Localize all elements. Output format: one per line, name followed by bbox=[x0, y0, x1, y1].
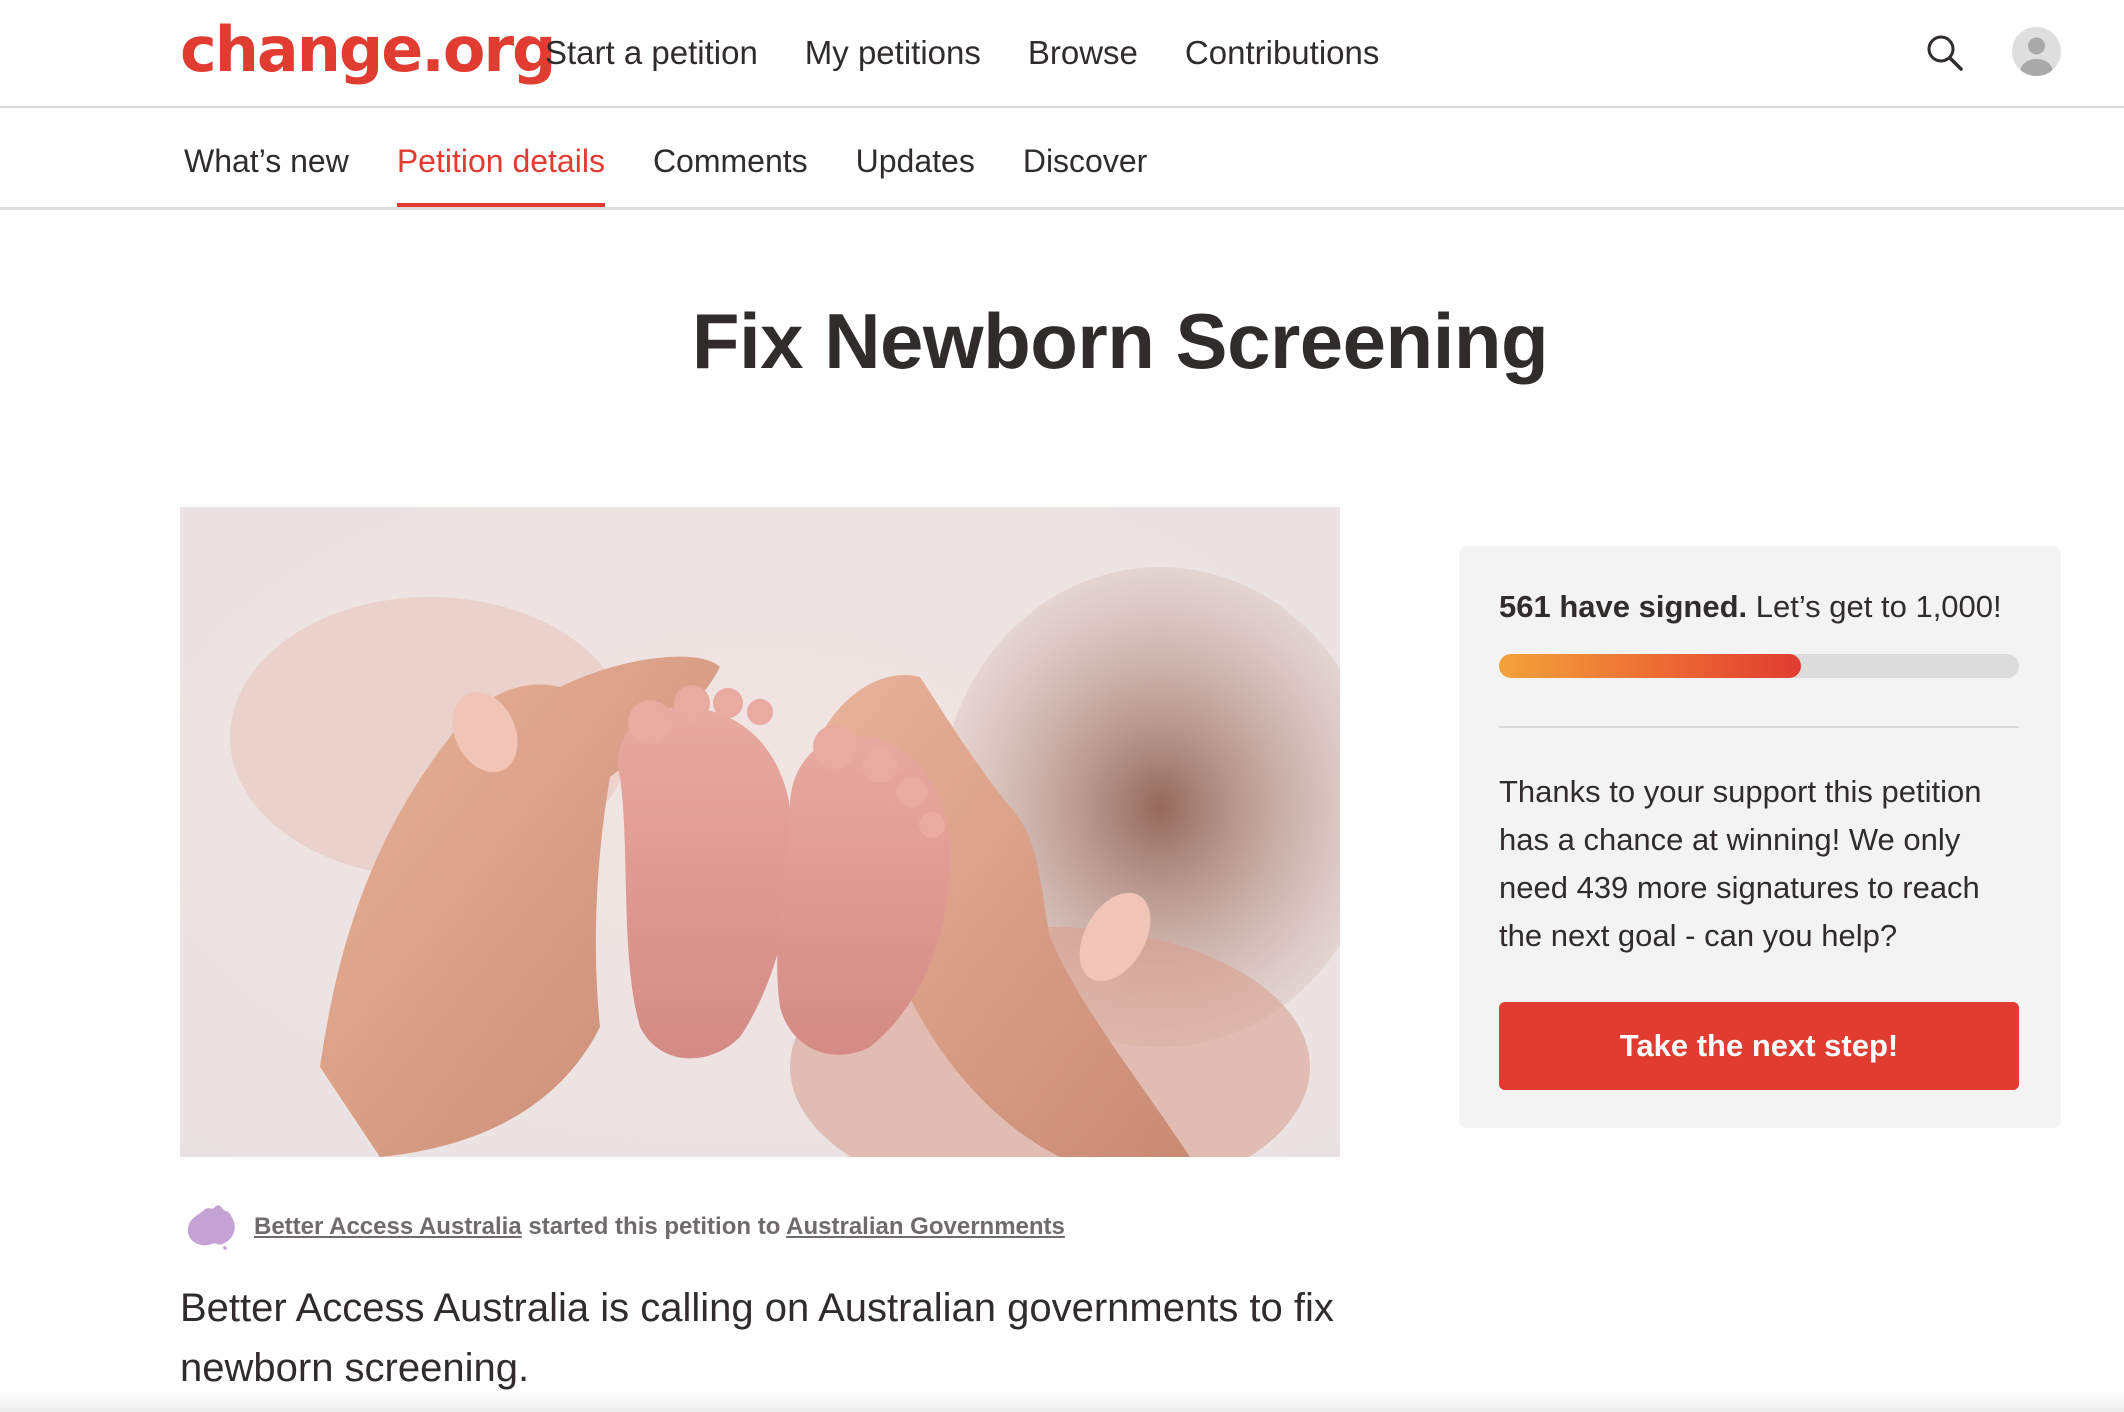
petition-body-text: Better Access Australia is calling on Au… bbox=[180, 1286, 1334, 1390]
top-navigation-bar: change.org Start a petition My petitions… bbox=[0, 0, 2124, 108]
australia-map-icon bbox=[187, 1205, 235, 1250]
starter-middle-text: started this petition to bbox=[528, 1213, 781, 1240]
goal-text: Let’s get to 1,000! bbox=[1755, 589, 2002, 624]
signature-card: 561 have signed. Let’s get to 1,000! Tha… bbox=[1459, 546, 2061, 1128]
tab-discover[interactable]: Discover bbox=[1023, 140, 1147, 204]
nav-contributions[interactable]: Contributions bbox=[1185, 30, 1379, 76]
starter-organization-link[interactable]: Better Access Australia bbox=[254, 1213, 522, 1240]
petition-hero-image bbox=[180, 507, 1340, 1157]
petition-target-link[interactable]: Australian Governments bbox=[786, 1213, 1065, 1240]
nav-start-petition[interactable]: Start a petition bbox=[545, 30, 758, 76]
petition-page: change.org Start a petition My petitions… bbox=[0, 0, 2124, 1412]
signature-progress-fill bbox=[1499, 654, 1801, 678]
tab-comments[interactable]: Comments bbox=[653, 140, 808, 204]
user-avatar-icon[interactable] bbox=[2012, 27, 2061, 76]
main-nav: Start a petition My petitions Browse Con… bbox=[545, 30, 1379, 76]
signature-progress-bar bbox=[1499, 654, 2019, 678]
nav-my-petitions[interactable]: My petitions bbox=[805, 30, 981, 76]
nav-browse[interactable]: Browse bbox=[1028, 30, 1138, 76]
scroll-shadow bbox=[0, 1392, 2124, 1412]
petition-title: Fix Newborn Screening bbox=[691, 297, 1549, 385]
change-org-logo[interactable]: change.org bbox=[180, 10, 556, 90]
tab-petition-details[interactable]: Petition details bbox=[396, 140, 606, 207]
tab-whats-new[interactable]: What’s new bbox=[184, 140, 349, 204]
petition-sub-navigation: What’s new Petition details Comments Upd… bbox=[0, 108, 2124, 210]
tab-updates[interactable]: Updates bbox=[856, 140, 975, 204]
signature-count: 561 have signed. Let’s get to 1,000! bbox=[1499, 586, 2002, 628]
support-message: Thanks to your support this petition has… bbox=[1499, 774, 1982, 953]
take-next-step-button[interactable]: Take the next step! bbox=[1499, 1002, 2019, 1090]
signed-count-text: 561 have signed. bbox=[1499, 589, 1748, 624]
card-divider bbox=[1499, 726, 2019, 728]
search-icon[interactable] bbox=[1922, 30, 1968, 76]
petition-starter-line: Better Access Australia started this pet… bbox=[184, 1202, 1065, 1252]
